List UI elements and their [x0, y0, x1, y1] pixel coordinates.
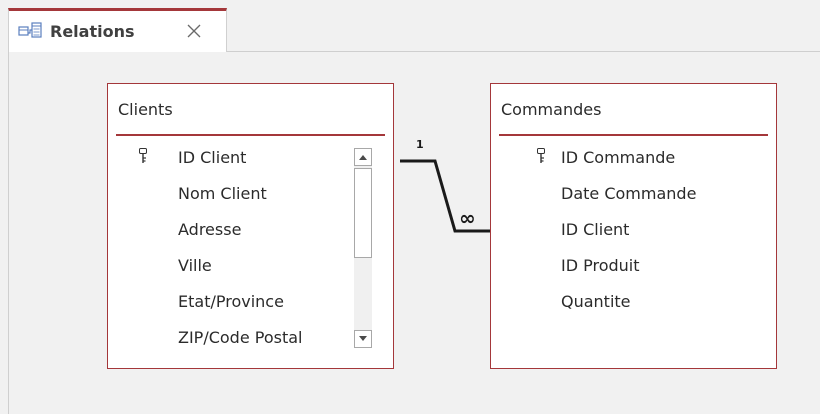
- scroll-thumb[interactable]: [354, 168, 372, 258]
- primary-key-icon: [537, 148, 545, 163]
- document-tab-bar: Relations: [0, 0, 820, 52]
- field-item[interactable]: Etat/Province: [178, 292, 284, 312]
- table-title: Clients: [118, 100, 173, 119]
- tab-title: Relations: [50, 22, 135, 41]
- field-item[interactable]: Date Commande: [561, 184, 696, 204]
- close-icon[interactable]: [186, 23, 202, 39]
- field-item[interactable]: ZIP/Code Postal: [178, 328, 303, 348]
- field-item[interactable]: Quantite: [561, 292, 631, 312]
- table-commandes[interactable]: Commandes ID Commande Date Commande ID C…: [490, 83, 777, 369]
- relationship-one-label: 1: [416, 138, 424, 151]
- relationship-many-label: ∞: [459, 206, 476, 230]
- primary-key-icon: [139, 148, 147, 163]
- table-clients[interactable]: Clients ID Client Nom Client Adresse Vil…: [107, 83, 394, 369]
- field-item[interactable]: Ville: [178, 256, 212, 276]
- field-item[interactable]: ID Client: [178, 148, 246, 168]
- table-title-divider: [499, 134, 768, 136]
- scroll-up-button[interactable]: [354, 148, 372, 166]
- field-item[interactable]: ID Client: [561, 220, 629, 240]
- field-item[interactable]: Adresse: [178, 220, 241, 240]
- tab-relations[interactable]: Relations: [8, 8, 227, 52]
- scroll-down-arrow-icon: [359, 336, 367, 341]
- table-title: Commandes: [501, 100, 602, 119]
- scroll-up-arrow-icon: [359, 155, 367, 160]
- relationships-icon: [18, 22, 42, 38]
- field-item[interactable]: Nom Client: [178, 184, 267, 204]
- relationships-canvas[interactable]: 1 ∞ Clients ID Client Nom Client Adresse…: [8, 52, 820, 414]
- field-item[interactable]: ID Produit: [561, 256, 640, 276]
- table-title-divider: [116, 134, 385, 136]
- relationships-window: Relations 1 ∞ Clients ID Client Nom Clie…: [0, 0, 820, 414]
- scroll-down-button[interactable]: [354, 330, 372, 348]
- field-item[interactable]: ID Commande: [561, 148, 675, 168]
